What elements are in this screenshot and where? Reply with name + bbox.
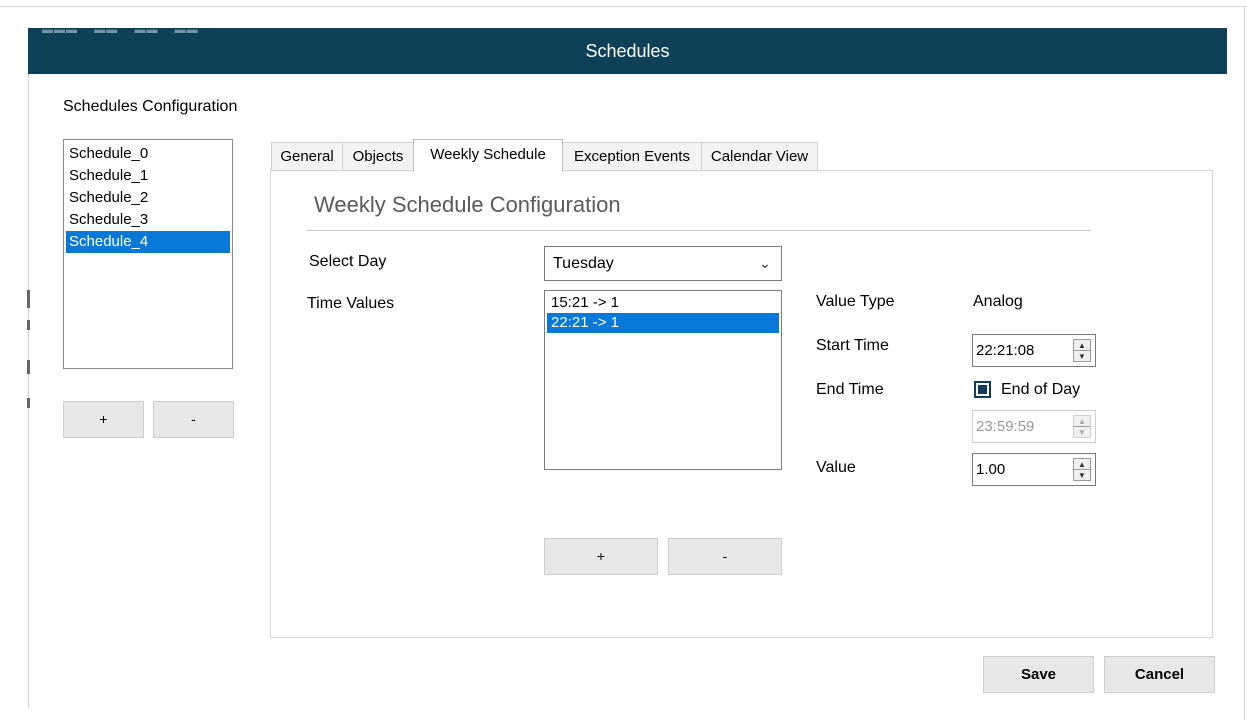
schedule-list-item[interactable]: Schedule_2 xyxy=(66,187,230,209)
checkbox-checked-mark xyxy=(978,385,987,394)
start-time-value: 22:21:08 xyxy=(976,342,1035,359)
spin-down-icon[interactable]: ▼ xyxy=(1074,470,1090,481)
day-select-value: Tuesday xyxy=(553,255,614,272)
schedule-list-item[interactable]: Schedule_1 xyxy=(66,165,230,187)
spin-arrows[interactable]: ▲ ▼ xyxy=(1073,339,1091,362)
end-time-value: 23:59:59 xyxy=(976,418,1035,435)
chevron-down-icon: ⌄ xyxy=(759,255,771,271)
value-label: Value xyxy=(816,459,856,476)
spin-down-icon: ▼ xyxy=(1078,428,1086,437)
tab-general[interactable]: General xyxy=(271,142,343,171)
remove-schedule-button[interactable]: - xyxy=(153,401,234,438)
title-bar: ▬▬▬ ▬▬ ▬▬ ▬▬ Schedules xyxy=(28,24,1227,74)
select-day-label: Select Day xyxy=(309,253,387,270)
schedule-list[interactable]: Schedule_0 Schedule_1 Schedule_2 Schedul… xyxy=(63,139,233,369)
tab-exception-events[interactable]: Exception Events xyxy=(562,142,702,171)
end-of-day-label: End of Day xyxy=(1001,381,1081,398)
window-title: Schedules xyxy=(585,41,670,61)
spin-arrows: ▲ ▼ xyxy=(1073,415,1091,438)
end-time-label: End Time xyxy=(816,381,884,398)
heading-divider xyxy=(306,230,1091,231)
value-input[interactable]: 1.00 xyxy=(976,461,1005,478)
end-time-spinner: 23:59:59 ▲ ▼ xyxy=(972,410,1096,443)
start-time-spinner[interactable]: 22:21:08 ▲ ▼ xyxy=(972,334,1096,367)
schedule-list-item-selected[interactable]: Schedule_4 xyxy=(66,231,230,253)
tab-weekly-schedule[interactable]: Weekly Schedule xyxy=(413,139,563,172)
window-frame-right xyxy=(1244,6,1245,720)
save-button[interactable]: Save xyxy=(983,656,1094,693)
tab-objects[interactable]: Objects xyxy=(342,142,414,171)
start-time-label: Start Time xyxy=(816,337,889,354)
window-frame-top xyxy=(0,6,1247,7)
time-values-list[interactable]: 15:21 -> 1 22:21 -> 1 xyxy=(544,290,782,470)
remove-time-value-button[interactable]: - xyxy=(668,538,782,575)
spin-arrows[interactable]: ▲ ▼ xyxy=(1073,458,1091,481)
tab-calendar-view[interactable]: Calendar View xyxy=(701,142,818,171)
value-type-label: Value Type xyxy=(816,293,895,310)
day-select[interactable]: Tuesday ⌄ xyxy=(544,246,782,281)
time-value-item-selected[interactable]: 22:21 -> 1 xyxy=(547,313,779,333)
add-time-value-button[interactable]: + xyxy=(544,538,658,575)
spin-down-icon[interactable]: ▼ xyxy=(1074,351,1090,362)
spin-up-icon[interactable]: ▲ xyxy=(1074,459,1090,470)
schedules-configuration-label: Schedules Configuration xyxy=(63,98,238,115)
cancel-button[interactable]: Cancel xyxy=(1104,656,1215,693)
end-of-day-checkbox[interactable] xyxy=(974,381,991,398)
value-spinner[interactable]: 1.00 ▲ ▼ xyxy=(972,453,1096,486)
weekly-schedule-heading: Weekly Schedule Configuration xyxy=(314,192,621,217)
spin-up-icon: ▲ xyxy=(1074,416,1090,427)
value-type-value: Analog xyxy=(973,293,1023,310)
schedule-list-item[interactable]: Schedule_0 xyxy=(66,143,230,165)
menu-bar-remnant: ▬▬▬ ▬▬ ▬▬ ▬▬ xyxy=(42,24,199,36)
time-values-label: Time Values xyxy=(307,295,395,312)
add-schedule-button[interactable]: + xyxy=(63,401,144,438)
schedule-list-item[interactable]: Schedule_3 xyxy=(66,209,230,231)
time-value-item[interactable]: 15:21 -> 1 xyxy=(547,293,779,313)
spin-up-icon[interactable]: ▲ xyxy=(1074,340,1090,351)
